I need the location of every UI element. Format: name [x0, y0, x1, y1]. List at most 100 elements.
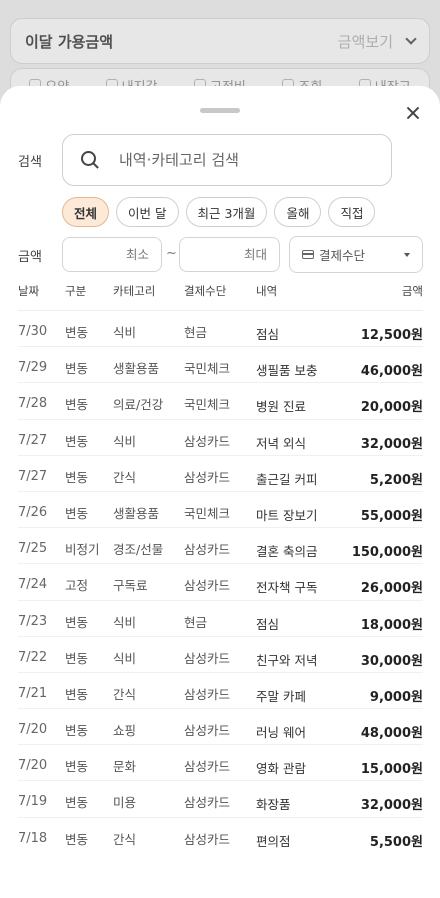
close-icon[interactable]	[400, 100, 426, 126]
cell-category: 간식	[113, 469, 137, 485]
cell-description: 점심	[256, 616, 280, 632]
table-row[interactable]: 7/28 변동 의료/건강 국민체크 병원 진료 20,000원	[18, 383, 423, 420]
table-row[interactable]: 7/20 변동 쇼핑 삼성카드 러닝 웨어 48,000원	[18, 709, 423, 746]
col-amount[interactable]: 금액	[402, 283, 423, 299]
cell-payment: 삼성카드	[184, 759, 231, 775]
transaction-list: 7/30 변동 식비 현금 점심 12,500원 7/29 변동 생활용품 국민체크 생필품 보충 4…	[18, 311, 423, 854]
min-amount-input[interactable]	[62, 237, 162, 272]
cell-payment: 삼성카드	[184, 795, 231, 811]
search-icon	[79, 149, 101, 171]
cell-amount: 55,000원	[360, 508, 423, 524]
cell-payment: 삼성카드	[184, 469, 231, 485]
cell-type: 변동	[65, 686, 89, 702]
cell-amount: 46,000원	[360, 364, 423, 380]
col-type[interactable]: 구분	[65, 283, 86, 299]
table-row[interactable]: 7/27 변동 식비 삼성카드 저녁 외식 32,000원	[18, 420, 423, 456]
cell-amount: 18,000원	[360, 617, 423, 633]
table-row[interactable]: 7/27 변동 간식 삼성카드 출근길 커피 5,200원	[18, 456, 423, 492]
cell-category: 식비	[113, 433, 137, 449]
cell-type: 변동	[65, 325, 89, 340]
col-category[interactable]: 카테고리	[113, 283, 155, 299]
cell-category: 간식	[113, 831, 137, 847]
col-date[interactable]: 날짜	[18, 283, 39, 299]
cell-payment: 삼성카드	[184, 433, 231, 449]
payment-method-value: 결제수단	[319, 248, 366, 263]
table-row[interactable]: 7/29 변동 생활용품 국민체크 생필품 보충 46,000원	[18, 347, 423, 384]
chip-custom[interactable]: 직접	[328, 197, 376, 227]
search-box[interactable]	[62, 134, 392, 186]
table-row[interactable]: 7/19 변동 미용 삼성카드 화장품 32,000원	[18, 781, 423, 818]
table-row[interactable]: 7/25 비정기 경조/선물 삼성카드 결혼 축의금 150,000원	[18, 528, 423, 565]
cell-type: 변동	[65, 795, 89, 811]
cell-date: 7/23	[18, 613, 48, 629]
col-payment[interactable]: 결제수단	[184, 283, 226, 299]
cell-type: 변동	[65, 723, 89, 739]
cell-description: 마트 장보기	[256, 507, 318, 523]
cell-amount: 30,000원	[360, 653, 423, 669]
range-tilde: ~	[166, 246, 177, 261]
cell-type: 변동	[65, 361, 89, 377]
search-label: 검색	[18, 155, 42, 170]
cell-amount: 20,000원	[360, 400, 423, 416]
cell-date: 7/24	[18, 577, 48, 593]
cell-date: 7/30	[18, 324, 48, 339]
cell-date: 7/27	[18, 468, 48, 484]
cell-date: 7/22	[18, 649, 48, 665]
cell-payment: 현금	[184, 614, 208, 630]
chip-this-month[interactable]: 이번 달	[116, 197, 179, 227]
cell-amount: 32,000원	[360, 798, 423, 814]
cell-category: 식비	[113, 614, 137, 630]
table-row[interactable]: 7/26 변동 생활용품 국민체크 마트 장보기 55,000원	[18, 492, 423, 529]
cell-amount: 48,000원	[360, 726, 423, 742]
table-row[interactable]: 7/18 변동 간식 삼성카드 편의점 5,500원	[18, 818, 423, 854]
cell-payment: 삼성카드	[184, 686, 231, 702]
cell-description: 주말 카페	[256, 688, 306, 704]
table-row[interactable]: 7/24 고정 구독료 삼성카드 전자책 구독 26,000원	[18, 564, 423, 601]
cell-description: 저녁 외식	[256, 435, 306, 451]
cell-date: 7/18	[18, 830, 48, 846]
cell-type: 변동	[65, 397, 89, 413]
table-row[interactable]: 7/23 변동 식비 현금 점심 18,000원	[18, 601, 423, 637]
cell-description: 화장품	[256, 797, 291, 813]
cell-category: 간식	[113, 686, 137, 702]
cell-description: 영화 관람	[256, 761, 306, 777]
table-row[interactable]: 7/30 변동 식비 현금 점심 12,500원	[18, 311, 423, 348]
cell-date: 7/20	[18, 722, 48, 738]
cell-type: 변동	[65, 469, 89, 485]
cell-amount: 150,000원	[351, 545, 423, 561]
cell-category: 식비	[113, 325, 137, 340]
cell-description: 편의점	[256, 833, 291, 849]
cell-type: 변동	[65, 650, 89, 666]
cell-amount: 15,000원	[360, 762, 423, 778]
credit-card-icon	[302, 250, 314, 259]
cell-amount: 9,000원	[369, 689, 423, 705]
period-chips: 전체 이번 달 최근 3개월 올해 직접	[62, 197, 376, 227]
cell-payment: 삼성카드	[184, 723, 231, 739]
max-amount-input[interactable]	[179, 237, 280, 272]
caret-down-icon	[404, 252, 410, 257]
table-row[interactable]: 7/20 변동 문화 삼성카드 영화 관람 15,000원	[18, 745, 423, 782]
table-row[interactable]: 7/21 변동 간식 삼성카드 주말 카페 9,000원	[18, 673, 423, 710]
col-description[interactable]: 내역	[256, 283, 277, 299]
search-input[interactable]	[119, 151, 359, 169]
amount-label: 금액	[18, 250, 42, 265]
cell-category: 구독료	[113, 578, 148, 594]
cell-amount: 12,500원	[360, 328, 423, 343]
cell-date: 7/27	[18, 432, 48, 448]
cell-amount: 26,000원	[360, 581, 423, 597]
cell-category: 생활용품	[113, 361, 160, 377]
chip-last-3-months[interactable]: 최근 3개월	[185, 197, 268, 227]
payment-method-select[interactable]: 결제수단	[289, 236, 423, 273]
chip-all[interactable]: 전체	[62, 197, 110, 227]
chip-this-year[interactable]: 올해	[274, 197, 322, 227]
cell-payment: 삼성카드	[184, 650, 231, 666]
cell-type: 비정기	[65, 542, 100, 558]
cell-payment: 현금	[184, 325, 208, 340]
cell-category: 식비	[113, 650, 137, 666]
cell-type: 변동	[65, 831, 89, 847]
table-row[interactable]: 7/22 변동 식비 삼성카드 친구와 저녁 30,000원	[18, 637, 423, 673]
cell-date: 7/28	[18, 396, 48, 412]
cell-category: 의료/건강	[113, 397, 164, 413]
sheet-drag-handle[interactable]	[200, 108, 240, 113]
cell-type: 고정	[65, 578, 89, 594]
